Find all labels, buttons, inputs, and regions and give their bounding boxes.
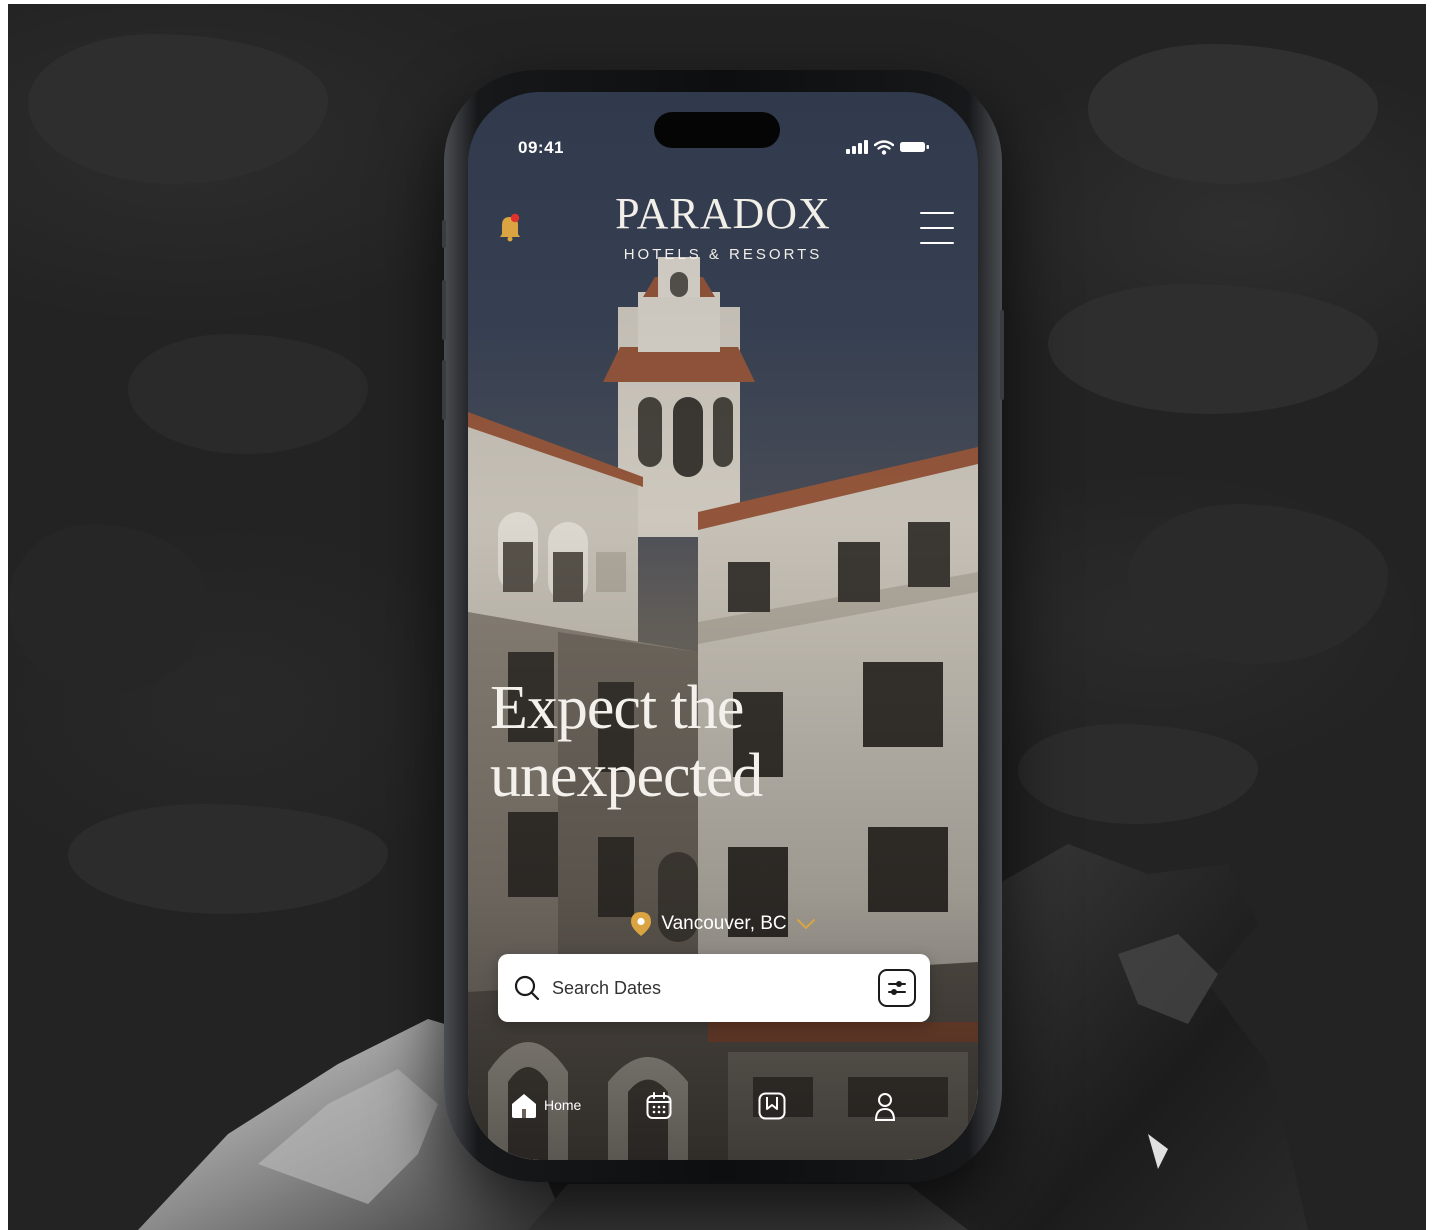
phone-frame: 09:41 PARADOX HOTELS & RESORTS Expect th… (442, 70, 1004, 1182)
location-selector[interactable]: Vancouver, BC (468, 912, 978, 936)
dynamic-island (654, 112, 780, 148)
tab-bookmarks[interactable] (758, 1092, 786, 1120)
backdrop-shape (1088, 44, 1378, 184)
power-button (1000, 310, 1004, 400)
filter-button[interactable] (878, 969, 916, 1007)
headline-line-1: Expect the (490, 674, 744, 742)
search-icon (514, 975, 540, 1001)
bottom-tab-bar: Home (468, 1082, 978, 1142)
tab-home-label: Home (544, 1097, 582, 1113)
brand-subtitle: HOTELS & RESORTS (623, 246, 823, 263)
cellular-signal-icon (846, 140, 868, 154)
profile-icon (874, 1093, 896, 1121)
app-screen: 09:41 PARADOX HOTELS & RESORTS Expect th… (468, 92, 978, 1160)
status-icons (846, 138, 930, 156)
tab-home[interactable]: Home (510, 1092, 581, 1118)
tab-profile[interactable] (874, 1092, 896, 1122)
chevron-down-icon[interactable] (796, 918, 815, 930)
backdrop: 09:41 PARADOX HOTELS & RESORTS Expect th… (8, 4, 1426, 1230)
hamburger-menu-icon[interactable] (920, 212, 954, 244)
wifi-icon (874, 139, 894, 155)
home-icon (512, 1094, 536, 1118)
battery-icon (900, 142, 929, 152)
brand-logo: PARADOX (615, 189, 831, 238)
backdrop-shape (1128, 504, 1388, 664)
backdrop-shape (128, 334, 368, 454)
backdrop-shape (8, 524, 208, 694)
backdrop-shape (28, 34, 328, 184)
search-bar[interactable] (498, 954, 930, 1022)
status-time: 09:41 (518, 138, 564, 157)
search-dates-input[interactable] (552, 977, 878, 999)
action-button (442, 220, 446, 248)
sliders-icon (888, 981, 906, 995)
location-value: Vancouver, BC (661, 913, 787, 934)
backdrop-shape (1048, 284, 1378, 414)
volume-down-button (442, 360, 446, 420)
hero-headline: Expect the unexpected (490, 674, 910, 810)
calendar-icon (646, 1092, 672, 1119)
headline-line-2: unexpected (490, 742, 763, 810)
volume-up-button (442, 280, 446, 340)
location-pin-icon (631, 912, 652, 936)
tab-calendar[interactable] (646, 1092, 672, 1120)
bookmark-icon (758, 1092, 786, 1120)
